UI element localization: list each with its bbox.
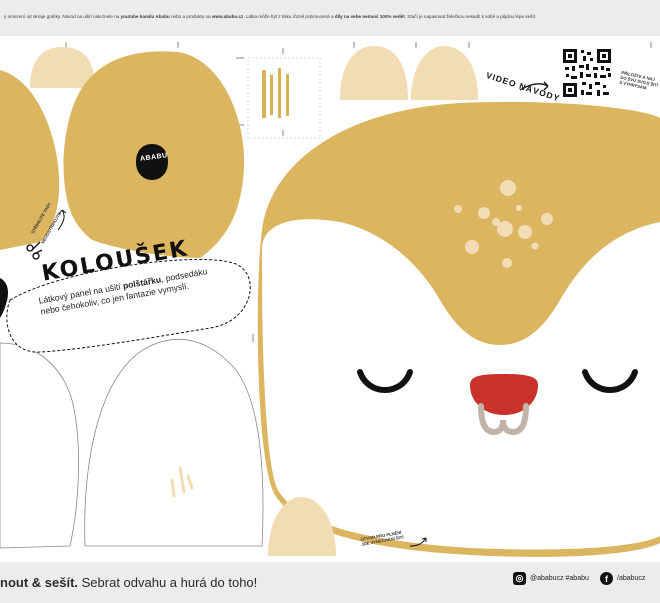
outline-piece-right <box>84 339 264 547</box>
scissors-icon <box>26 241 43 260</box>
instagram-icon: ◎ <box>513 572 526 585</box>
outline-piece-left <box>0 342 79 549</box>
instagram-handle[interactable]: ◎ @ababucz #ababu <box>513 572 589 585</box>
inner-ear-strokes <box>170 466 194 498</box>
ear-inner-piece <box>30 47 95 88</box>
qr-code-icon <box>561 47 613 99</box>
facebook-handle[interactable]: f /ababucz <box>600 572 645 585</box>
footer-slogan: nout & sešít. Sebrat odvahu a hurá do to… <box>0 575 258 590</box>
ear-inner-piece <box>411 46 478 100</box>
facebook-icon: f <box>600 572 613 585</box>
care-label-box <box>247 57 321 139</box>
footer-bar: nout & sešít. Sebrat odvahu a hurá do to… <box>0 562 660 603</box>
care-label-text <box>262 68 289 118</box>
ear-inner-piece <box>340 46 408 100</box>
